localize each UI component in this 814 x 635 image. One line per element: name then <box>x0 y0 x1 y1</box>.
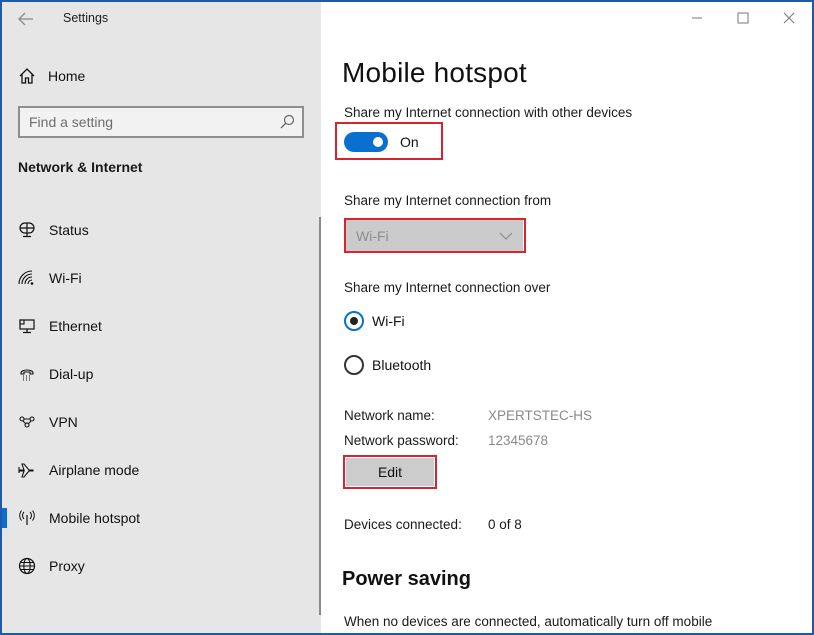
hotspot-icon <box>18 509 36 527</box>
home-label: Home <box>48 68 86 84</box>
home-link[interactable]: Home <box>18 64 85 88</box>
radio-label: Wi-Fi <box>372 313 405 329</box>
sidebar-item-wifi[interactable]: Wi-Fi <box>2 254 312 302</box>
home-icon <box>19 68 35 84</box>
globe-icon <box>18 557 36 575</box>
search-box[interactable] <box>18 106 304 138</box>
devices-connected-value: 0 of 8 <box>488 517 522 532</box>
back-arrow-icon <box>18 12 33 26</box>
sidebar-item-label: Wi-Fi <box>49 270 82 286</box>
share-label: Share my Internet connection with other … <box>344 105 633 120</box>
hotspot-toggle[interactable]: On <box>344 132 419 152</box>
maximize-button[interactable] <box>720 2 766 34</box>
sidebar-item-label: Dial-up <box>49 366 94 382</box>
radio-label: Bluetooth <box>372 357 432 373</box>
sidebar-item-label: Airplane mode <box>49 462 140 478</box>
share-from-label: Share my Internet connection from <box>344 193 552 208</box>
window-controls <box>674 2 812 34</box>
search-input[interactable] <box>20 114 278 130</box>
back-button[interactable] <box>14 7 38 31</box>
sidebar-item-status[interactable]: Status <box>2 206 312 254</box>
chevron-down-icon <box>499 232 513 240</box>
maximize-icon <box>737 12 749 24</box>
toggle-switch[interactable] <box>344 132 388 152</box>
sidebar-item-mobile-hotspot[interactable]: Mobile hotspot <box>2 494 312 542</box>
network-name-row: Network name: XPERTSTEC-HS <box>344 408 592 423</box>
sidebar-item-proxy[interactable]: Proxy <box>2 542 312 590</box>
dropdown-value: Wi-Fi <box>356 227 389 244</box>
radio-wifi[interactable]: Wi-Fi <box>344 311 405 331</box>
settings-window: Settings Home Network & Internet Status <box>2 2 812 633</box>
devices-connected-label: Devices connected: <box>344 517 462 532</box>
minimize-icon <box>692 17 702 19</box>
close-icon <box>783 12 795 24</box>
search-icon[interactable] <box>278 113 296 131</box>
share-from-dropdown[interactable]: Wi-Fi <box>346 220 523 251</box>
radio-button[interactable] <box>344 355 364 375</box>
ethernet-icon <box>18 317 36 335</box>
power-saving-text: When no devices are connected, automatic… <box>344 614 713 629</box>
sidebar-nav: Status Wi-Fi Ethernet Dial-up VPN Airpla… <box>2 206 312 590</box>
main-content: Mobile hotspot Share my Internet connect… <box>321 2 812 633</box>
minimize-button[interactable] <box>674 2 720 34</box>
share-over-label: Share my Internet connection over <box>344 280 551 295</box>
close-button[interactable] <box>766 2 812 34</box>
phone-icon <box>18 365 36 383</box>
sidebar-item-label: Status <box>49 222 89 238</box>
power-saving-title: Power saving <box>342 568 471 590</box>
sidebar-item-label: Ethernet <box>49 318 102 334</box>
toggle-state-label: On <box>400 134 419 150</box>
wifi-icon <box>18 269 36 287</box>
network-name-value: XPERTSTEC-HS <box>488 408 593 423</box>
airplane-icon <box>18 461 36 479</box>
toggle-knob <box>373 137 383 147</box>
radio-bluetooth[interactable]: Bluetooth <box>344 355 431 375</box>
globe-monitor-icon <box>18 221 36 239</box>
network-password-label: Network password: <box>344 433 459 448</box>
sidebar-item-dial-up[interactable]: Dial-up <box>2 350 312 398</box>
sidebar-item-airplane-mode[interactable]: Airplane mode <box>2 446 312 494</box>
sidebar-item-label: Proxy <box>49 558 85 574</box>
network-password-row: Network password: 12345678 <box>344 433 548 448</box>
sidebar-item-label: VPN <box>49 414 78 430</box>
sidebar-item-label: Mobile hotspot <box>49 510 141 526</box>
edit-button[interactable]: Edit <box>346 458 434 486</box>
title-bar: Settings <box>2 2 321 36</box>
network-name-label: Network name: <box>344 408 435 423</box>
devices-connected-row: Devices connected: 0 of 8 <box>344 517 522 532</box>
sidebar-item-ethernet[interactable]: Ethernet <box>2 302 312 350</box>
radio-button-checked[interactable] <box>344 311 364 331</box>
sidebar: Settings Home Network & Internet Status <box>2 2 321 633</box>
app-title: Settings <box>63 11 109 25</box>
sidebar-item-vpn[interactable]: VPN <box>2 398 312 446</box>
vpn-icon <box>18 413 36 431</box>
network-password-value: 12345678 <box>488 433 549 448</box>
page-title: Mobile hotspot <box>342 57 527 88</box>
section-title: Network & Internet <box>18 159 143 175</box>
